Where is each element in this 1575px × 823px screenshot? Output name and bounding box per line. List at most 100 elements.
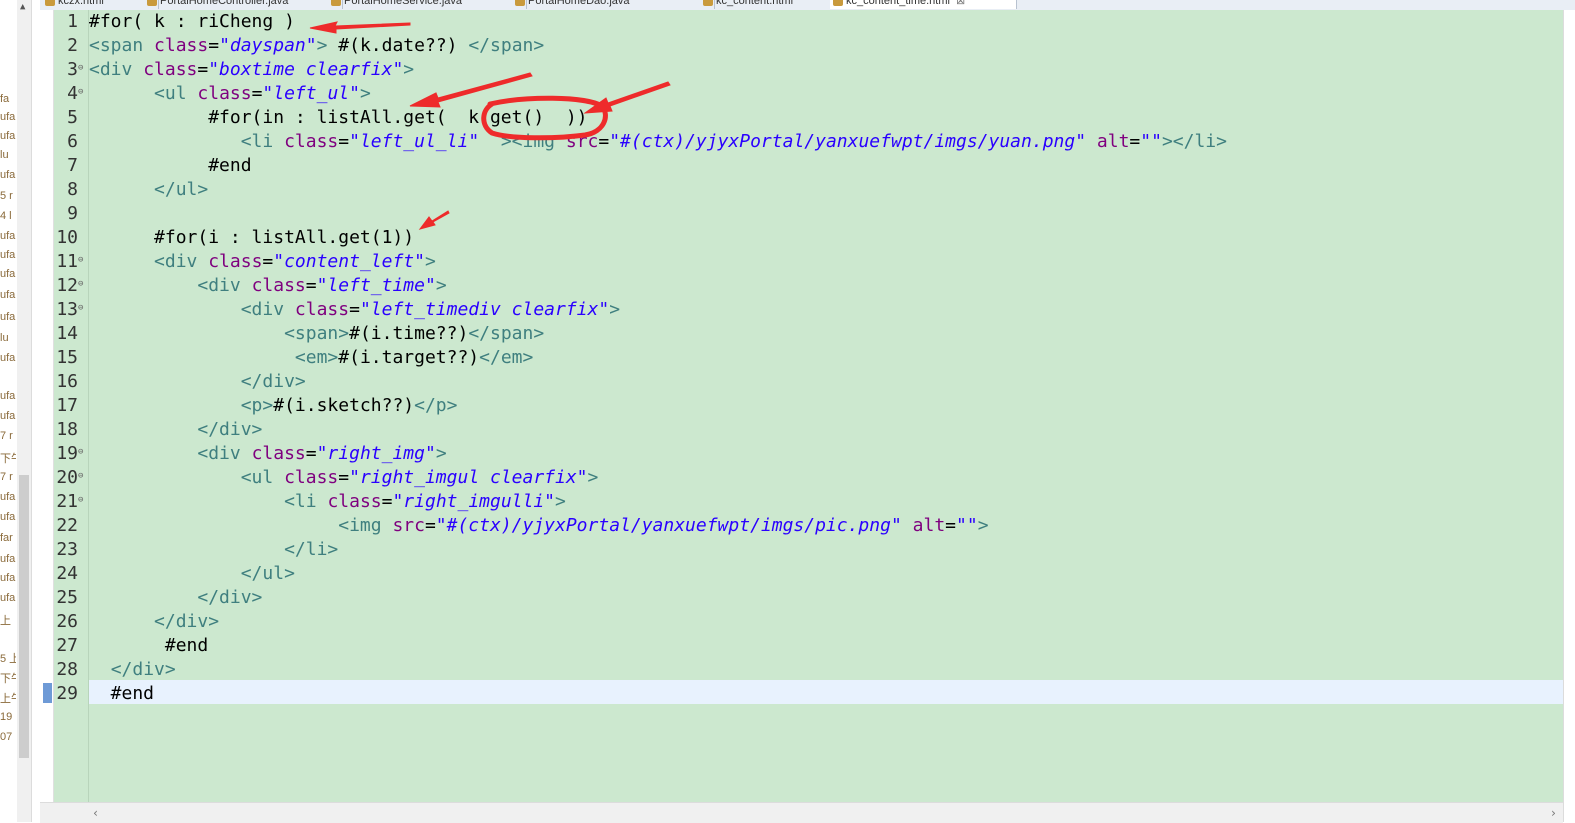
- code-editor[interactable]: 1 #for( k : riCheng ) 2 <span class="dayspa…: [40, 10, 1563, 802]
- code-text: <li class="left_ul_li" ><img src="#(ctx)…: [89, 130, 1227, 154]
- fold-collapse-icon[interactable]: ⊖: [78, 496, 86, 505]
- token-attr: alt: [912, 515, 946, 536]
- chevron-right-icon[interactable]: ›: [1550, 806, 1557, 820]
- token-attr: class: [154, 35, 209, 56]
- code-text: #end: [89, 154, 252, 178]
- token-plain: =: [305, 443, 317, 464]
- code-text: #for(in : listAll.get( k.get() )): [89, 106, 587, 130]
- tab-portalhomecontroller-java[interactable]: PortalHomeController.java: [144, 0, 343, 9]
- line-number: 19: [56, 443, 78, 464]
- code-line[interactable]: 27 #end: [40, 634, 1563, 658]
- token-attr: class: [284, 467, 339, 488]
- fold-collapse-icon[interactable]: ⊖: [78, 64, 86, 73]
- token-plain: #end: [89, 155, 252, 176]
- code-text: </div>: [89, 658, 176, 682]
- code-line[interactable]: 5 #for(in : listAll.get( k.get() )): [40, 106, 1563, 130]
- line-number: 14: [56, 323, 78, 344]
- token-tag: <div: [240, 299, 295, 320]
- close-icon[interactable]: ⊠: [956, 0, 965, 7]
- fold-collapse-icon[interactable]: ⊖: [78, 280, 86, 289]
- token-tag: <img: [338, 515, 393, 536]
- explorer-fragment-text: ufa: [0, 572, 16, 584]
- tab-kc-content-html[interactable]: kc_content.html: [700, 0, 845, 9]
- explorer-fragment-text: ufa: [0, 169, 16, 181]
- token-tag: </ul>: [154, 179, 209, 200]
- code-line[interactable]: 9: [40, 202, 1563, 226]
- code-text: <ul class="right_imgul clearfix">: [89, 466, 599, 490]
- tab-kc-content-time-html[interactable]: kc_content_time.html ⊠: [830, 0, 1017, 9]
- code-text: </ul>: [89, 562, 295, 586]
- code-line[interactable]: 21 ⊖ <li class="right_imgulli">: [40, 490, 1563, 514]
- tab-kczx-html[interactable]: kczx.html: [42, 0, 159, 9]
- fold-collapse-icon[interactable]: ⊖: [78, 304, 86, 313]
- token-tag: >: [609, 299, 621, 320]
- code-line[interactable]: 29 #end: [40, 682, 1563, 706]
- token-tag: <ul: [240, 467, 285, 488]
- code-text: <div class="left_time">: [89, 274, 446, 298]
- scrollbar-thumb[interactable]: [19, 475, 29, 758]
- editor-right-edge: [1563, 10, 1575, 822]
- fold-collapse-icon[interactable]: ⊖: [78, 448, 86, 457]
- code-text: <li class="right_imgulli">: [89, 490, 566, 514]
- explorer-fragment-text: lu: [0, 149, 9, 161]
- java-file-icon: [703, 0, 713, 6]
- fold-collapse-icon[interactable]: ⊖: [78, 88, 86, 97]
- tab-portalhomedao-java[interactable]: PortalHomeDao.java: [512, 0, 715, 9]
- code-line[interactable]: 14 <span>#(i.time??)</span>: [40, 322, 1563, 346]
- scroll-up-icon[interactable]: ▲: [20, 2, 25, 12]
- code-line[interactable]: 22 <img src="#(ctx)/yjyxPortal/yanxuefwp…: [40, 514, 1563, 538]
- code-line[interactable]: 10 #for(i : listAll.get(1)): [40, 226, 1563, 250]
- code-line[interactable]: 11 ⊖ <div class="content_left">: [40, 250, 1563, 274]
- line-number: 16: [56, 371, 78, 392]
- line-number: 12: [56, 275, 78, 296]
- code-line[interactable]: 18 </div>: [40, 418, 1563, 442]
- token-tag: <span: [89, 35, 155, 56]
- code-line[interactable]: 16 </div>: [40, 370, 1563, 394]
- code-text: <p>#(i.sketch??)</p>: [89, 394, 458, 418]
- tab-portalhomeservice-java[interactable]: PortalHomeService.java: [328, 0, 527, 9]
- code-text: <img src="#(ctx)/yjyxPortal/yanxuefwpt/i…: [89, 514, 988, 538]
- explorer-fragment-text: ufa: [0, 311, 16, 323]
- code-line[interactable]: 28 </div>: [40, 658, 1563, 682]
- code-line[interactable]: 12 ⊖ <div class="left_time">: [40, 274, 1563, 298]
- code-line[interactable]: 13 ⊖ <div class="left_timediv clearfix">: [40, 298, 1563, 322]
- explorer-fragment-text: 19: [0, 711, 13, 723]
- explorer-fragment-text: lu: [0, 332, 9, 344]
- code-line[interactable]: 8 </ul>: [40, 178, 1563, 202]
- explorer-fragment-text: fa: [0, 93, 10, 105]
- token-tag: <em>: [294, 347, 339, 368]
- explorer-vertical-scrollbar[interactable]: ▲: [17, 0, 32, 822]
- code-line[interactable]: 3 ⊖ <div class="boxtime clearfix">: [40, 58, 1563, 82]
- token-attr: class: [251, 443, 306, 464]
- fold-collapse-icon[interactable]: ⊖: [78, 472, 86, 481]
- code-line[interactable]: 7 #end: [40, 154, 1563, 178]
- code-line[interactable]: 26 </div>: [40, 610, 1563, 634]
- code-line[interactable]: 2 <span class="dayspan"> #(k.date??) </sp…: [40, 34, 1563, 58]
- code-line[interactable]: 23 </li>: [40, 538, 1563, 562]
- code-line[interactable]: 17 <p>#(i.sketch??)</p>: [40, 394, 1563, 418]
- code-line[interactable]: 4 ⊖ <ul class="left_ul">: [40, 82, 1563, 106]
- explorer-fragment-text: ufa: [0, 390, 16, 402]
- code-line[interactable]: 15 <em>#(i.target??)</em>: [40, 346, 1563, 370]
- code-line[interactable]: 19 ⊖ <div class="right_img">: [40, 442, 1563, 466]
- token-plain: #end: [89, 635, 209, 656]
- code-line[interactable]: 24 </ul>: [40, 562, 1563, 586]
- code-line[interactable]: 25 </div>: [40, 586, 1563, 610]
- code-line[interactable]: 1 #for( k : riCheng ): [40, 10, 1563, 34]
- code-line[interactable]: 6 <li class="left_ul_li" ><img src="#(ct…: [40, 130, 1563, 154]
- editor-horizontal-scrollbar[interactable]: ‹ ›: [40, 802, 1563, 823]
- explorer-fragment-text: 上午: [0, 693, 16, 705]
- token-plain: =: [197, 59, 209, 80]
- token-tag: </div>: [240, 371, 306, 392]
- fold-collapse-icon[interactable]: ⊖: [78, 256, 86, 265]
- chevron-left-icon[interactable]: ‹: [92, 806, 99, 820]
- explorer-fragment-text: 5 r: [0, 190, 13, 202]
- code-line[interactable]: 20 ⊖ <ul class="right_imgul clearfix">: [40, 466, 1563, 490]
